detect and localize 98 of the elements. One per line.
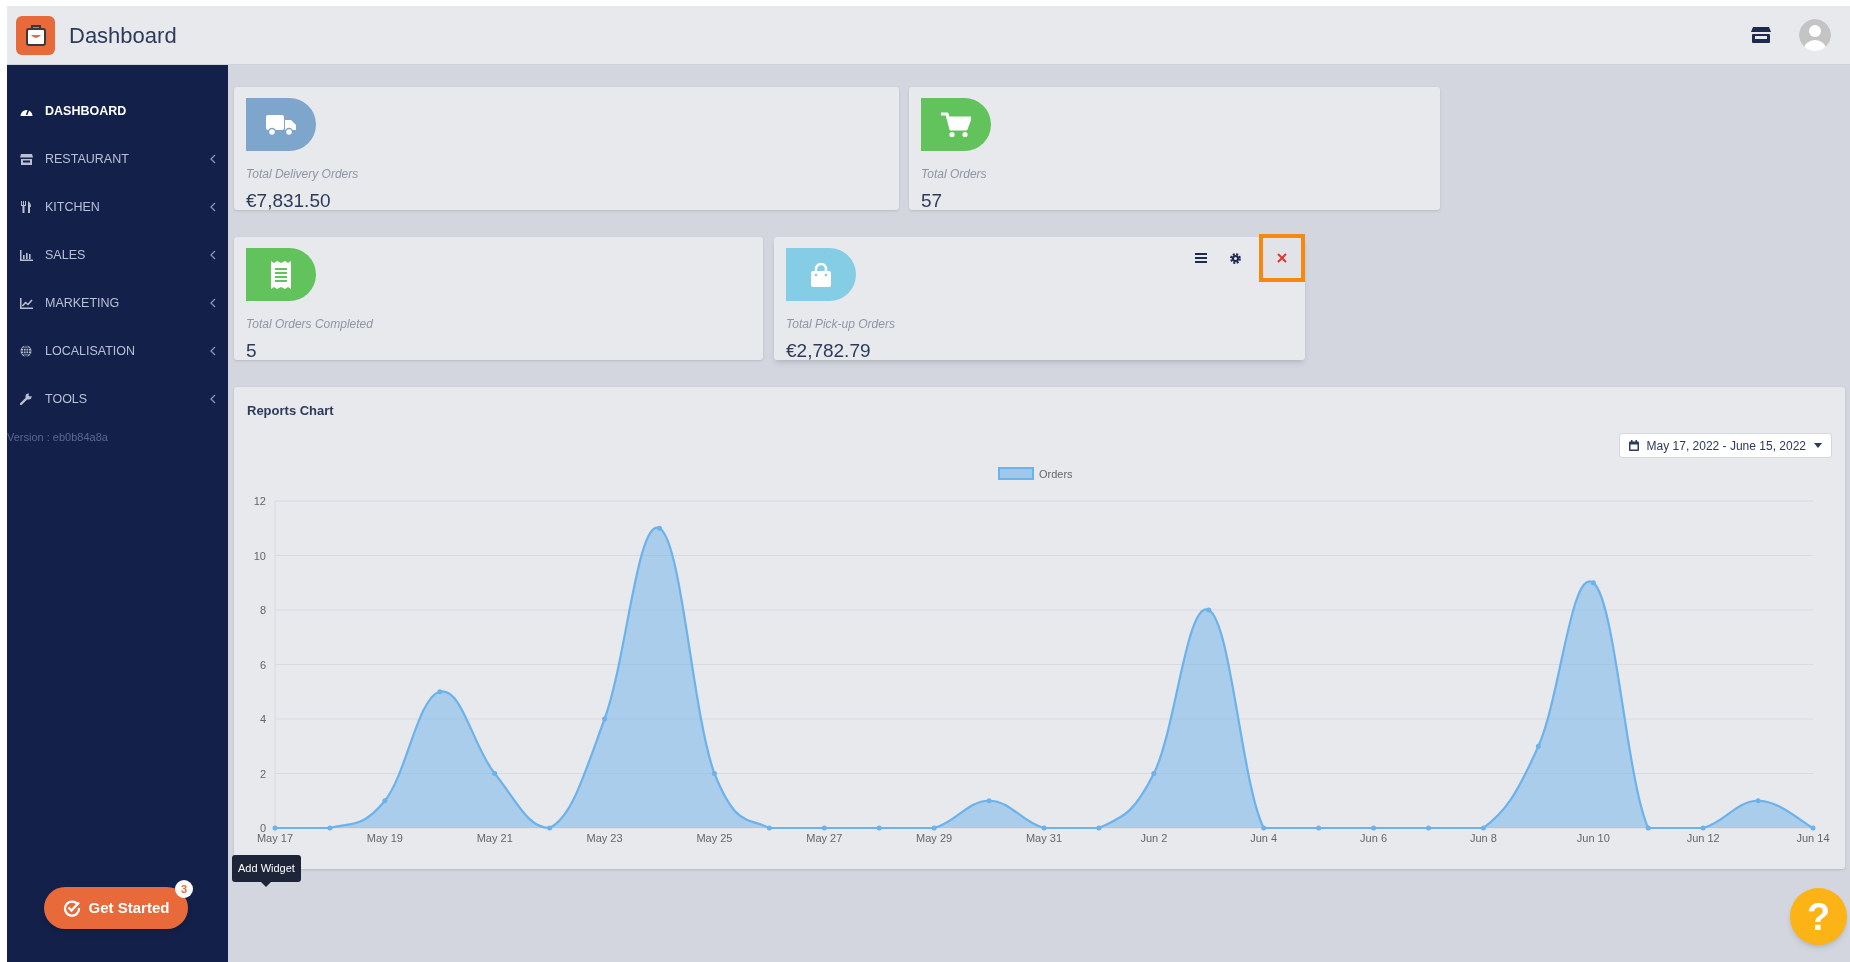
sidebar-item[interactable]: TOOLS: [7, 375, 228, 423]
axis-tick-label: May 27: [806, 832, 843, 844]
axis-tick-label: 8: [259, 604, 266, 616]
gear-icon: [1228, 251, 1242, 265]
fork-knife-icon: [20, 201, 32, 213]
add-widget-tooltip: Add Widget: [232, 855, 301, 882]
sidebar-item[interactable]: MARKETING: [7, 279, 228, 327]
chevron-left-icon: [210, 154, 216, 164]
axis-tick-label: Jun 14: [1796, 832, 1830, 844]
axis-tick-label: Jun 4: [1250, 832, 1278, 844]
axis-tick-label: 0: [259, 822, 266, 834]
check-circle-icon: [62, 899, 81, 917]
globe-icon: [20, 345, 32, 357]
data-point: [1151, 771, 1157, 776]
data-point: [876, 825, 882, 831]
axis-tick-label: May 29: [916, 832, 953, 844]
data-point: [1810, 825, 1816, 831]
data-point: [821, 825, 827, 831]
data-point: [1645, 825, 1651, 831]
axis-tick-label: May 21: [476, 832, 513, 844]
data-point: [437, 689, 443, 695]
data-point: [711, 771, 717, 776]
page-title: Dashboard: [69, 21, 177, 50]
close-icon: [1277, 253, 1287, 263]
notification-badge: 3: [175, 880, 193, 898]
line-chart-icon: [19, 297, 33, 309]
data-point: [382, 798, 388, 804]
axis-tick-label: 6: [259, 658, 266, 671]
axis-tick-label: May 31: [1025, 832, 1063, 844]
card-value: €2,782.79: [786, 339, 872, 363]
card-label: Total Delivery Orders: [246, 166, 360, 183]
menu-icon: [1195, 253, 1207, 263]
shopping-bag-icon: [809, 262, 833, 287]
chevron-left-icon: [210, 394, 216, 404]
legend-label: Orders: [1039, 468, 1073, 480]
card-label: Total Orders Completed: [246, 316, 374, 333]
data-point: [931, 825, 937, 831]
wrench-icon: [20, 393, 32, 405]
version-text: Version : eb0b84a8a: [7, 430, 109, 445]
axis-tick-label: May 25: [696, 832, 733, 844]
axis-tick-label: Jun 8: [1469, 832, 1497, 844]
chevron-left-icon: [210, 346, 216, 356]
card-value: 5: [246, 339, 258, 363]
caret-icon: [1814, 443, 1822, 448]
sidebar-item[interactable]: DASHBOARD: [7, 87, 228, 135]
calendar-icon: [1628, 440, 1639, 451]
axis-tick-label: 4: [259, 713, 266, 725]
axis-tick-label: May 23: [586, 832, 623, 844]
axis-tick-label: Jun 6: [1360, 832, 1388, 844]
axis-tick-label: 12: [253, 495, 266, 507]
data-point: [1480, 825, 1486, 831]
date-range-picker[interactable]: May 17, 2022 - June 15, 2022: [1618, 433, 1832, 458]
data-point: [327, 825, 333, 831]
axis-tick-label: Jun 2: [1140, 832, 1168, 844]
data-point: [986, 798, 992, 804]
axis-tick-label: Jun 12: [1686, 832, 1720, 844]
chevron-left-icon: [210, 250, 216, 260]
data-point: [1590, 580, 1596, 586]
data-point: [1041, 825, 1047, 831]
data-point: [547, 825, 553, 831]
data-point: [492, 771, 498, 776]
store-icon[interactable]: [1751, 27, 1771, 43]
legend-swatch: [998, 467, 1034, 480]
data-point: [657, 525, 662, 531]
data-point: [1206, 607, 1212, 613]
data-point: [602, 716, 608, 722]
data-point: [1261, 825, 1267, 831]
bar-chart-icon: [19, 249, 33, 261]
axis-tick-label: 10: [253, 549, 266, 562]
chevron-left-icon: [210, 202, 216, 212]
data-point: [1755, 798, 1761, 804]
data-point: [1700, 825, 1706, 831]
data-point: [1096, 825, 1102, 831]
store-icon: [19, 153, 33, 165]
sidebar-item[interactable]: LOCALISATION: [7, 327, 228, 375]
data-point: [1535, 743, 1541, 749]
truck-icon: [266, 112, 296, 137]
receipt-icon: [271, 260, 291, 289]
data-point: [1371, 825, 1377, 831]
data-point: [766, 825, 772, 831]
sidebar-item[interactable]: SALES: [7, 231, 228, 279]
card-label: Total Pick-up Orders: [786, 316, 896, 333]
axis-tick-label: May 17: [256, 832, 294, 844]
card-value: €7,831.50: [246, 189, 332, 213]
cart-icon: [941, 111, 971, 138]
axis-tick-label: Jun 10: [1576, 832, 1610, 844]
axis-tick-label: 2: [259, 767, 266, 780]
data-point: [1316, 825, 1322, 831]
sidebar-item[interactable]: KITCHEN: [7, 183, 228, 231]
sidebar-item[interactable]: RESTAURANT: [7, 135, 228, 183]
chart-title: Reports Chart: [247, 402, 334, 420]
card-value: 57: [921, 189, 944, 213]
logo-icon[interactable]: [16, 15, 55, 55]
card-label: Total Orders: [921, 166, 988, 183]
axis-tick-label: May 19: [366, 832, 403, 844]
chevron-left-icon: [210, 298, 216, 308]
data-point: [272, 825, 278, 831]
data-point: [1426, 825, 1431, 831]
